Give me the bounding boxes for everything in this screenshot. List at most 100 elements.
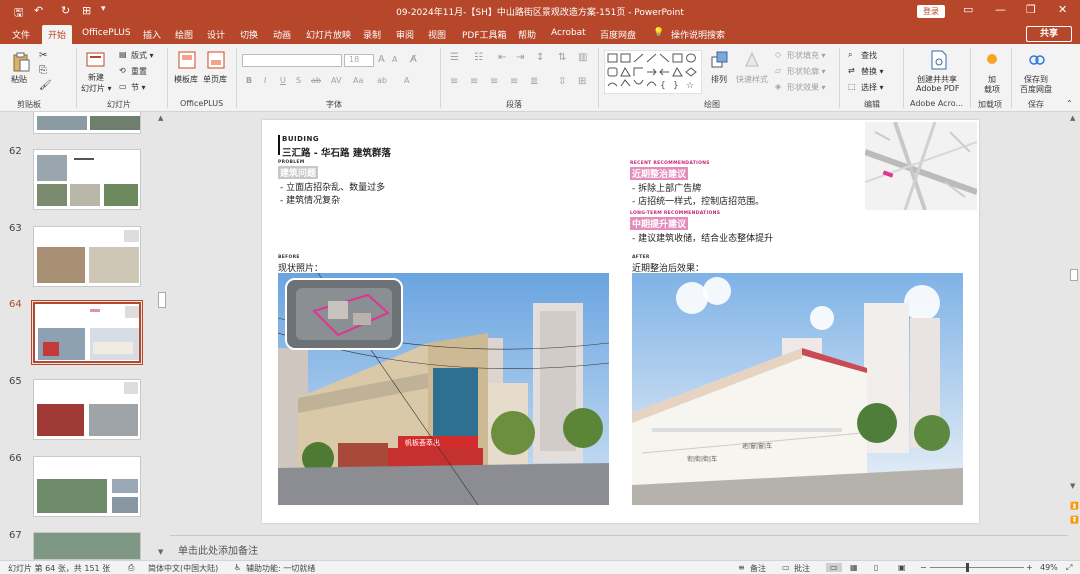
single-page-library-button[interactable]: 单页库	[203, 74, 227, 85]
reset-button[interactable]: 重置	[131, 66, 147, 77]
bullets-icon[interactable]: ☰	[450, 52, 459, 63]
new-slide-label-2[interactable]: 幻灯片 ▾	[81, 83, 112, 94]
font-size-input[interactable]: 18	[344, 54, 374, 67]
shapes-gallery[interactable]: { } ☆	[604, 50, 702, 94]
fit-to-window-icon[interactable]: ⤢	[1066, 563, 1072, 573]
scroll-down-icon[interactable]: ▼	[158, 548, 163, 556]
align-left-icon[interactable]: ≡	[450, 76, 458, 87]
restore-icon[interactable]: ❐	[1026, 3, 1036, 16]
tell-me-search[interactable]: 操作说明搜索	[671, 28, 725, 41]
strikethrough-icon[interactable]: ab	[311, 76, 321, 85]
zoom-slider[interactable]	[930, 567, 1024, 568]
quick-styles-icon[interactable]	[743, 51, 761, 69]
shape-outline-button[interactable]: 形状轮廓 ▾	[787, 66, 826, 77]
cut-icon[interactable]: ✂	[39, 50, 47, 61]
replace-button[interactable]: 替换 ▾	[861, 66, 884, 77]
copy-icon[interactable]: ⎘	[39, 65, 47, 76]
slide-scrollbar[interactable]: ▲ ▼ ⏫ ⏬	[1068, 112, 1080, 560]
line-spacing-icon[interactable]: ↕	[536, 52, 544, 63]
shape-fill-button[interactable]: 形状填充 ▾	[787, 50, 826, 61]
smartart-icon[interactable]: ⊞	[578, 76, 586, 87]
tab-baidu[interactable]: 百度网盘	[600, 28, 636, 41]
highlight-icon[interactable]: ab	[377, 76, 387, 85]
previous-slide-icon[interactable]: ⏫	[1070, 502, 1079, 510]
ribbon-display-icon[interactable]: ▭	[963, 3, 973, 16]
tab-help[interactable]: 帮助	[518, 28, 536, 41]
scroll-up-icon[interactable]: ▲	[1070, 114, 1075, 122]
new-slide-label-1[interactable]: 新建	[88, 72, 104, 83]
addins-label-2[interactable]: 载项	[984, 84, 1000, 95]
new-slide-icon[interactable]	[86, 51, 106, 69]
share-button[interactable]: 共享	[1026, 26, 1072, 42]
underline-icon[interactable]: U	[280, 76, 286, 85]
minimize-icon[interactable]: —	[995, 3, 1006, 16]
tab-animations[interactable]: 动画	[273, 28, 291, 41]
layout-button[interactable]: 版式 ▾	[131, 50, 154, 61]
zoom-out-icon[interactable]: −	[920, 563, 927, 572]
slide-thumbnail[interactable]	[33, 226, 141, 287]
comments-toggle[interactable]: 批注	[794, 563, 810, 574]
adobe-pdf-label-2[interactable]: Adobe PDF	[916, 84, 959, 93]
addins-icon[interactable]	[985, 52, 999, 66]
tab-draw[interactable]: 绘图	[175, 28, 193, 41]
next-slide-icon[interactable]: ⏬	[1070, 516, 1079, 524]
tab-slideshow[interactable]: 幻灯片放映	[306, 28, 351, 41]
reading-view-icon[interactable]: ▯	[874, 563, 878, 572]
font-color-icon[interactable]: A	[404, 76, 409, 85]
change-case-icon[interactable]: Aa	[353, 76, 363, 85]
adobe-pdf-icon[interactable]	[930, 50, 948, 70]
close-icon[interactable]: ✕	[1058, 3, 1067, 16]
section-button[interactable]: 节 ▾	[131, 82, 146, 93]
char-spacing-icon[interactable]: AV	[331, 76, 341, 85]
scroll-down-icon[interactable]: ▼	[1070, 482, 1075, 490]
align-text-icon[interactable]: ⇳	[558, 76, 566, 87]
slide-thumbnail[interactable]	[33, 112, 141, 134]
increase-font-icon[interactable]: A	[378, 54, 385, 65]
template-library-icon[interactable]	[178, 51, 196, 69]
zoom-in-icon[interactable]: +	[1026, 563, 1033, 572]
italic-icon[interactable]: I	[264, 76, 266, 85]
zoom-slider-thumb[interactable]	[966, 563, 969, 572]
decrease-indent-icon[interactable]: ⇤	[498, 52, 506, 63]
collapse-ribbon-icon[interactable]: ⌃	[1066, 99, 1073, 108]
quick-styles-button[interactable]: 快速样式	[736, 74, 768, 85]
scroll-thumb[interactable]	[158, 292, 166, 308]
arrange-icon[interactable]	[711, 51, 729, 69]
decrease-font-icon[interactable]: A	[392, 55, 397, 64]
find-button[interactable]: 查找	[861, 50, 877, 61]
tab-record[interactable]: 录制	[363, 28, 381, 41]
normal-view-icon[interactable]: ▭	[826, 563, 842, 572]
zoom-level[interactable]: 49%	[1040, 563, 1058, 572]
numbering-icon[interactable]: ☷	[474, 52, 483, 63]
baidu-cloud-icon[interactable]	[1028, 51, 1046, 67]
tab-review[interactable]: 审阅	[396, 28, 414, 41]
thumbnail-scrollbar[interactable]: ▲ ▼	[156, 112, 168, 560]
bold-icon[interactable]: B	[246, 76, 252, 85]
slide-sorter-icon[interactable]: ▦	[850, 563, 858, 572]
tab-transitions[interactable]: 切换	[240, 28, 258, 41]
template-library-button[interactable]: 模板库	[174, 74, 198, 85]
single-page-library-icon[interactable]	[207, 51, 225, 69]
save-baidu-label-2[interactable]: 百度网盘	[1020, 84, 1052, 95]
slide-canvas[interactable]: BUIDING 三汇路 - 华石路 建筑群落 PROBLEM 建筑问题 - 立面…	[262, 120, 979, 523]
slide-thumbnail-selected[interactable]	[31, 300, 143, 365]
scroll-thumb[interactable]	[1070, 269, 1078, 281]
tab-insert[interactable]: 插入	[143, 28, 161, 41]
slide-thumbnail[interactable]	[33, 379, 141, 440]
notes-toggle[interactable]: 备注	[750, 563, 766, 574]
shadow-icon[interactable]: S	[296, 76, 301, 85]
text-direction-icon[interactable]: ⇅	[558, 52, 566, 63]
slide-thumbnail[interactable]	[33, 149, 141, 210]
paste-icon[interactable]	[12, 52, 30, 72]
tab-file[interactable]: 文件	[12, 28, 30, 41]
scroll-up-icon[interactable]: ▲	[158, 114, 163, 122]
columns-icon[interactable]: ▥	[578, 52, 587, 63]
tab-officeplus[interactable]: OfficePLUS	[82, 28, 131, 38]
language-status[interactable]: 简体中文(中国大陆)	[148, 563, 218, 574]
align-right-icon[interactable]: ≡	[490, 76, 498, 87]
shape-effects-button[interactable]: 形状效果 ▾	[787, 82, 826, 93]
slide-thumbnail[interactable]	[33, 532, 141, 560]
tab-view[interactable]: 视图	[428, 28, 446, 41]
tab-acrobat[interactable]: Acrobat	[551, 28, 586, 38]
slide-thumbnail[interactable]	[33, 456, 141, 517]
